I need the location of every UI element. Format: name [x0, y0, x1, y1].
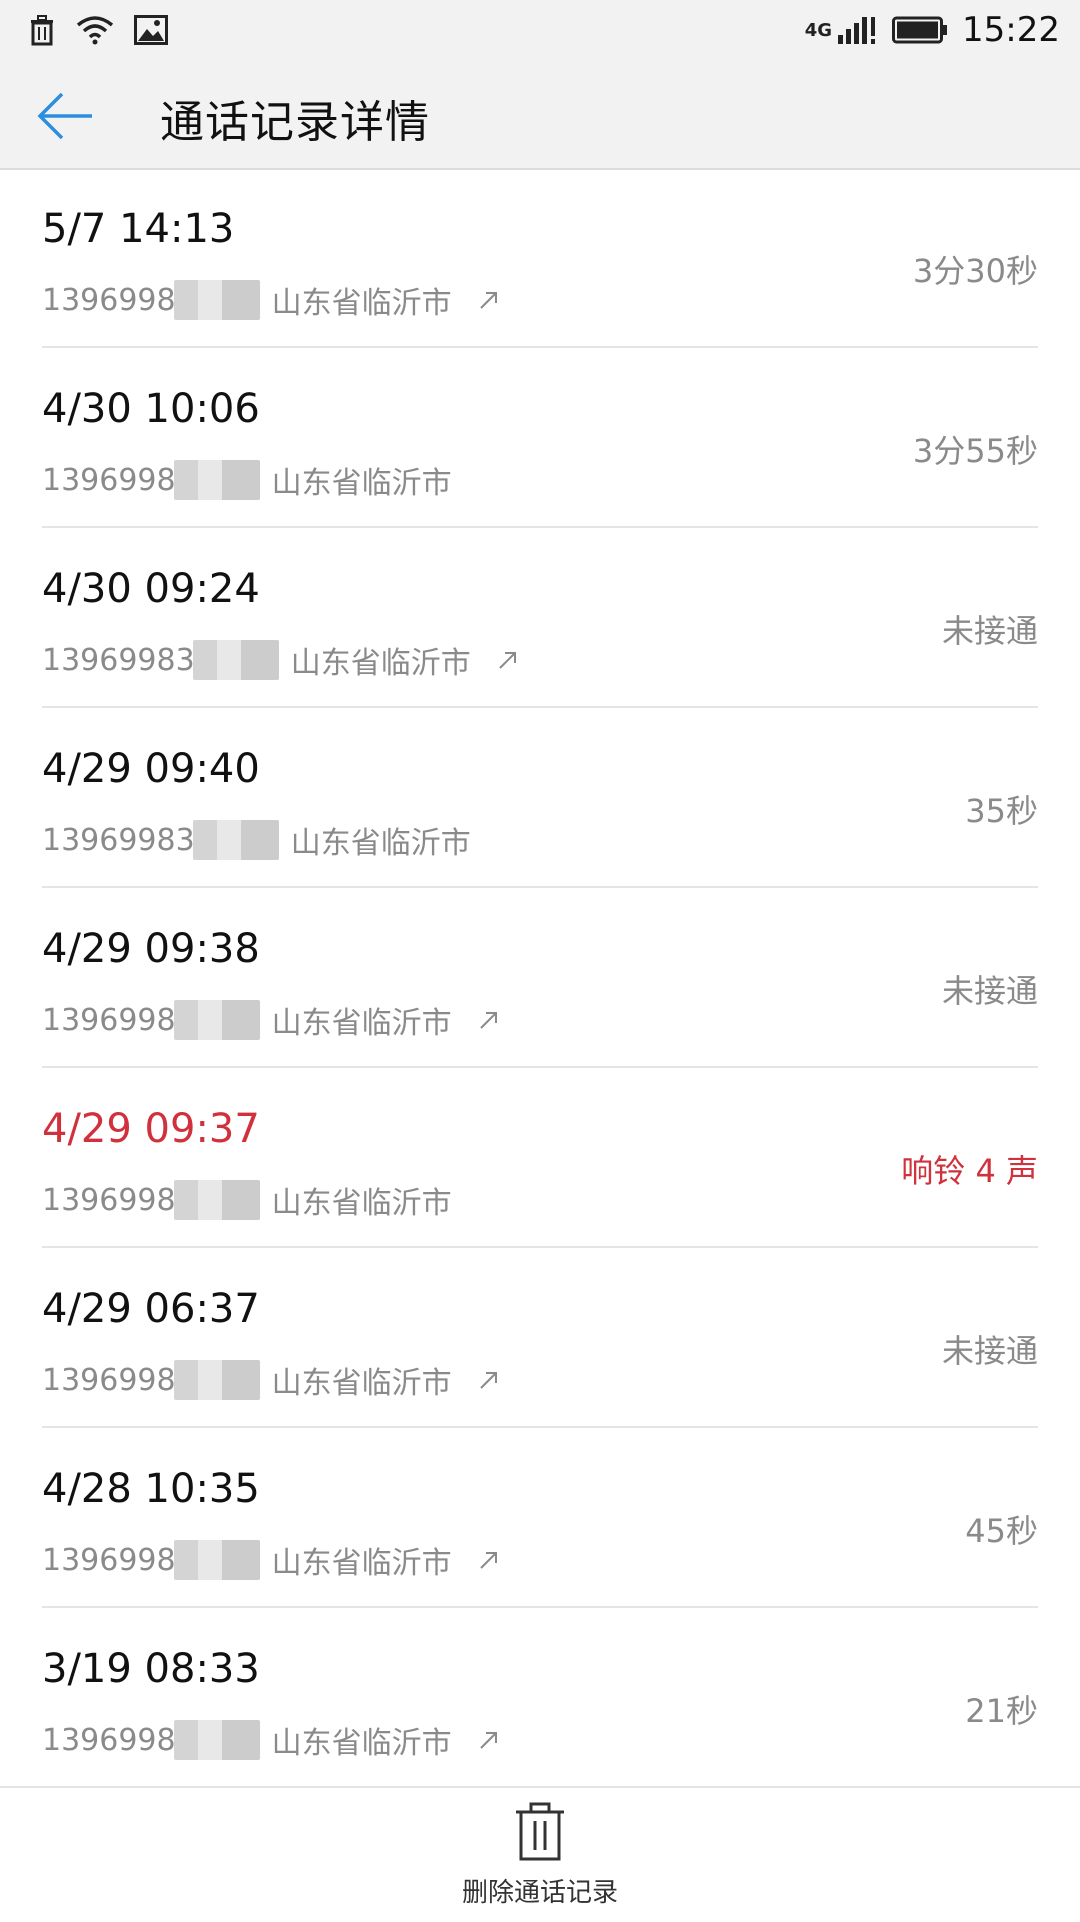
- outgoing-arrow-icon: [479, 1372, 497, 1389]
- call-status: 未接通: [941, 1332, 1038, 1370]
- app-header: 通话记录详情: [0, 64, 1080, 170]
- redacted-digits: [173, 280, 260, 320]
- network-type: 4G: [804, 19, 833, 41]
- call-date: 4/28 10:35: [42, 1466, 260, 1512]
- redacted-digits: [173, 1540, 260, 1580]
- back-arrow-icon: [37, 92, 92, 140]
- status-bar: 4G 15:22: [0, 0, 1080, 64]
- call-location: 山东省临沂市: [271, 1366, 452, 1401]
- call-status: 未接通: [941, 612, 1038, 650]
- outgoing-arrow-icon: [479, 1552, 497, 1569]
- call-log-list: 5/7 14:13 1396998 山东省临沂市 3分30秒 4/30 10:06 139…: [0, 168, 1080, 1788]
- call-location: 山东省临沂市: [271, 1006, 452, 1041]
- status-bar-right: 4G 15:22: [805, 10, 1060, 50]
- call-number: 13969983: [42, 822, 195, 858]
- redacted-digits: [173, 1000, 260, 1040]
- call-subline: 1396998 山东省临沂市: [42, 1718, 500, 1762]
- call-date: 4/30 10:06: [42, 386, 260, 432]
- call-status: 45秒: [965, 1512, 1038, 1550]
- call-subline: 1396998 山东省临沂市: [42, 1178, 452, 1222]
- call-log-row[interactable]: 4/30 10:06 1396998 山东省临沂市 3分55秒: [0, 348, 1080, 528]
- call-log-row[interactable]: 5/7 14:13 1396998 山东省临沂市 3分30秒: [0, 168, 1080, 348]
- call-location: 山东省临沂市: [271, 1186, 452, 1221]
- redacted-digits: [192, 820, 279, 860]
- redacted-digits: [173, 1180, 260, 1220]
- call-number: 13969983: [42, 642, 195, 678]
- outgoing-arrow-icon: [479, 292, 497, 309]
- delete-call-log-label: 删除通话记录: [461, 1878, 618, 1908]
- call-log-row[interactable]: 3/19 08:33 1396998 山东省临沂市 21秒: [0, 1608, 1080, 1788]
- call-date: 4/29 09:40: [42, 746, 260, 792]
- call-date: 4/30 09:24: [42, 566, 260, 612]
- call-subline: 1396998 山东省临沂市: [42, 458, 452, 502]
- status-bar-left: [28, 14, 168, 46]
- redacted-digits: [173, 1360, 260, 1400]
- call-log-row[interactable]: 4/29 06:37 1396998 山东省临沂市 未接通: [0, 1248, 1080, 1428]
- battery-icon: [892, 16, 948, 44]
- call-subline: 1396998 山东省临沂市: [42, 278, 500, 322]
- call-date: 4/29 09:37: [42, 1106, 260, 1152]
- delete-call-log-button[interactable]: 删除通话记录: [440, 1802, 640, 1918]
- call-date: 5/7 14:13: [42, 206, 235, 252]
- bottom-action-bar: 删除通话记录: [0, 1786, 1080, 1922]
- trash-icon: [31, 15, 53, 46]
- call-number: 1396998: [42, 1362, 176, 1398]
- call-number: 1396998: [42, 1722, 176, 1758]
- call-number: 1396998: [42, 282, 176, 318]
- call-number: 1396998: [42, 1182, 176, 1218]
- call-subline: 13969983 山东省临沂市: [42, 638, 519, 682]
- outgoing-arrow-icon: [498, 652, 516, 669]
- call-number: 1396998: [42, 462, 176, 498]
- call-location: 山东省临沂市: [271, 1726, 452, 1761]
- call-location: 山东省临沂市: [290, 646, 471, 681]
- call-subline: 13969983 山东省临沂市: [42, 818, 471, 862]
- call-date: 4/29 06:37: [42, 1286, 260, 1332]
- redacted-digits: [173, 460, 260, 500]
- call-location: 山东省临沂市: [271, 466, 452, 501]
- call-status: 21秒: [965, 1692, 1038, 1730]
- trash-icon: [516, 1802, 564, 1861]
- call-subline: 1396998 山东省临沂市: [42, 1358, 500, 1402]
- redacted-digits: [192, 640, 279, 680]
- wifi-icon: [76, 16, 114, 45]
- call-location: 山东省临沂市: [271, 286, 452, 321]
- call-subline: 1396998 山东省临沂市: [42, 1538, 500, 1582]
- status-time: 15:22: [962, 10, 1060, 50]
- call-status: 35秒: [965, 792, 1038, 830]
- call-log-row[interactable]: 4/29 09:38 1396998 山东省临沂市 未接通: [0, 888, 1080, 1068]
- call-subline: 1396998 山东省临沂市: [42, 998, 500, 1042]
- back-button[interactable]: [36, 90, 96, 142]
- signal-icon: [838, 17, 876, 44]
- outgoing-arrow-icon: [479, 1732, 497, 1749]
- call-number: 1396998: [42, 1542, 176, 1578]
- call-log-row[interactable]: 4/30 09:24 13969983 山东省临沂市 未接通: [0, 528, 1080, 708]
- call-log-row[interactable]: 4/28 10:35 1396998 山东省临沂市 45秒: [0, 1428, 1080, 1608]
- call-log-row[interactable]: 4/29 09:40 13969983 山东省临沂市 35秒: [0, 708, 1080, 888]
- outgoing-arrow-icon: [479, 1012, 497, 1029]
- call-status: 3分55秒: [912, 432, 1038, 470]
- call-location: 山东省临沂市: [271, 1546, 452, 1581]
- image-icon: [134, 15, 168, 45]
- call-date: 3/19 08:33: [42, 1646, 260, 1692]
- call-log-row[interactable]: 4/29 09:37 1396998 山东省临沂市 响铃 4 声: [0, 1068, 1080, 1248]
- call-status: 未接通: [941, 972, 1038, 1010]
- call-status: 3分30秒: [912, 252, 1038, 290]
- redacted-digits: [173, 1720, 260, 1760]
- call-status: 响铃 4 声: [901, 1152, 1038, 1190]
- call-number: 1396998: [42, 1002, 176, 1038]
- call-location: 山东省临沂市: [290, 826, 471, 861]
- page-title: 通话记录详情: [160, 97, 430, 148]
- call-date: 4/29 09:38: [42, 926, 260, 972]
